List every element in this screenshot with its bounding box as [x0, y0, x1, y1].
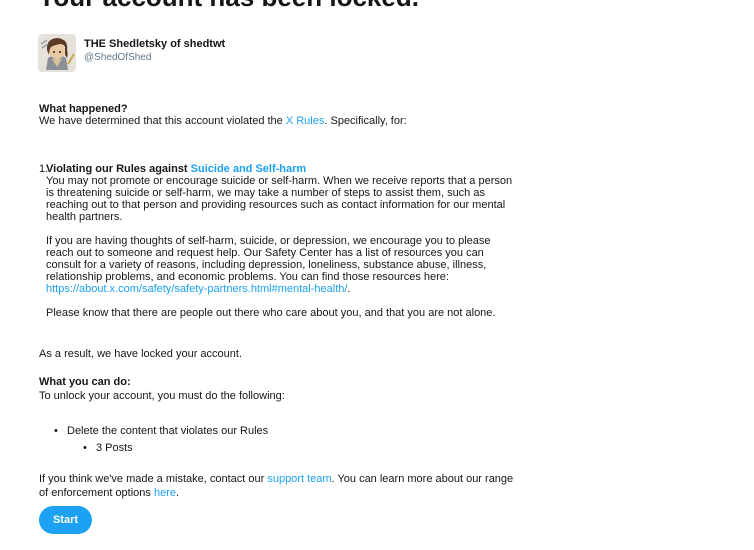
mental-health-resources-link[interactable]: https://about.x.com/safety/safety-partne…	[46, 283, 347, 295]
mistake-prefix: If you think we've made a mistake, conta…	[39, 473, 268, 485]
help-link-suffix: .	[347, 283, 351, 295]
help-text: If you are having thoughts of self-harm,…	[46, 235, 491, 283]
violation-description: You may not promote or encourage suicide…	[46, 175, 513, 223]
profile-display-name: THE Shedletsky of shedtwt	[84, 38, 226, 50]
violation-item: 1. Violating our Rules against Suicide a…	[39, 163, 519, 319]
unlock-step: • Delete the content that violates our R…	[54, 425, 519, 454]
what-happened-heading: What happened?	[39, 103, 128, 115]
bullet-icon: •	[54, 425, 58, 437]
page-title: Your account has been locked.	[38, 0, 419, 13]
unlock-intro: To unlock your account, you must do the …	[39, 390, 285, 402]
result-text: As a result, we have locked your account…	[39, 348, 242, 360]
unlock-substep: • 3 Posts	[83, 442, 519, 454]
intro-suffix-text: . Specifically, for:	[324, 115, 407, 127]
unlock-steps-list: • Delete the content that violates our R…	[39, 425, 519, 454]
violation-title-prefix: Violating our Rules against	[46, 163, 191, 175]
violation-closing: Please know that there are people out th…	[46, 307, 496, 319]
lock-details: What happened? We have determined that t…	[39, 103, 519, 500]
start-button[interactable]: Start	[39, 506, 92, 534]
profile-handle: @ShedOfShed	[84, 52, 152, 63]
mistake-text: If you think we've made a mistake, conta…	[39, 472, 519, 500]
mistake-suffix: .	[176, 487, 180, 499]
violation-list: 1. Violating our Rules against Suicide a…	[39, 163, 519, 319]
suicide-self-harm-link[interactable]: Suicide and Self-harm	[191, 163, 307, 175]
x-rules-link[interactable]: X Rules	[286, 115, 325, 127]
intro-prefix-text: We have determined that this account vio…	[39, 115, 286, 127]
violation-help-text: If you are having thoughts of self-harm,…	[46, 235, 519, 295]
what-happened-intro: We have determined that this account vio…	[39, 115, 519, 127]
enforcement-options-link[interactable]: here	[154, 487, 176, 499]
violation-title: Violating our Rules against Suicide and …	[46, 163, 519, 175]
support-team-link[interactable]: support team	[267, 473, 331, 485]
unlock-step-label: Delete the content that violates our Rul…	[67, 425, 269, 437]
violation-number: 1.	[39, 163, 49, 175]
user-avatar-icon	[38, 34, 76, 72]
posts-count: 3 Posts	[96, 442, 133, 454]
bullet-icon: •	[83, 442, 87, 454]
what-you-can-do-heading: What you can do:	[39, 376, 131, 388]
unlock-substeps: • 3 Posts	[67, 442, 519, 454]
account-profile: THE Shedletsky of shedtwt @ShedOfShed	[38, 34, 225, 72]
